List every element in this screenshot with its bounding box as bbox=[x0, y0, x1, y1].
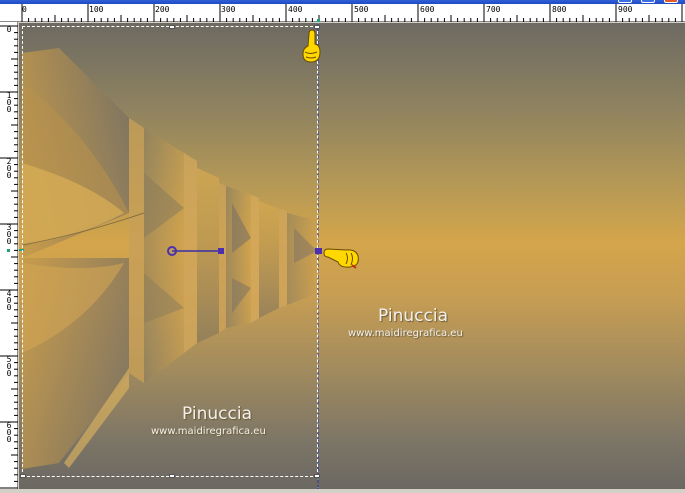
watermark-name: Pinuccia bbox=[378, 306, 448, 326]
pointing-hand-icon bbox=[302, 29, 321, 63]
side-handle[interactable] bbox=[315, 248, 322, 254]
watermark-name: Pinuccia bbox=[182, 404, 252, 424]
watermark-url: www.maidiregrafica.eu bbox=[151, 426, 266, 437]
pointing-hand-icon bbox=[323, 248, 359, 269]
watermark-url: www.maidiregrafica.eu bbox=[348, 328, 463, 339]
rotation-handle-icon[interactable] bbox=[167, 246, 177, 256]
pivot-handle[interactable] bbox=[218, 248, 224, 254]
